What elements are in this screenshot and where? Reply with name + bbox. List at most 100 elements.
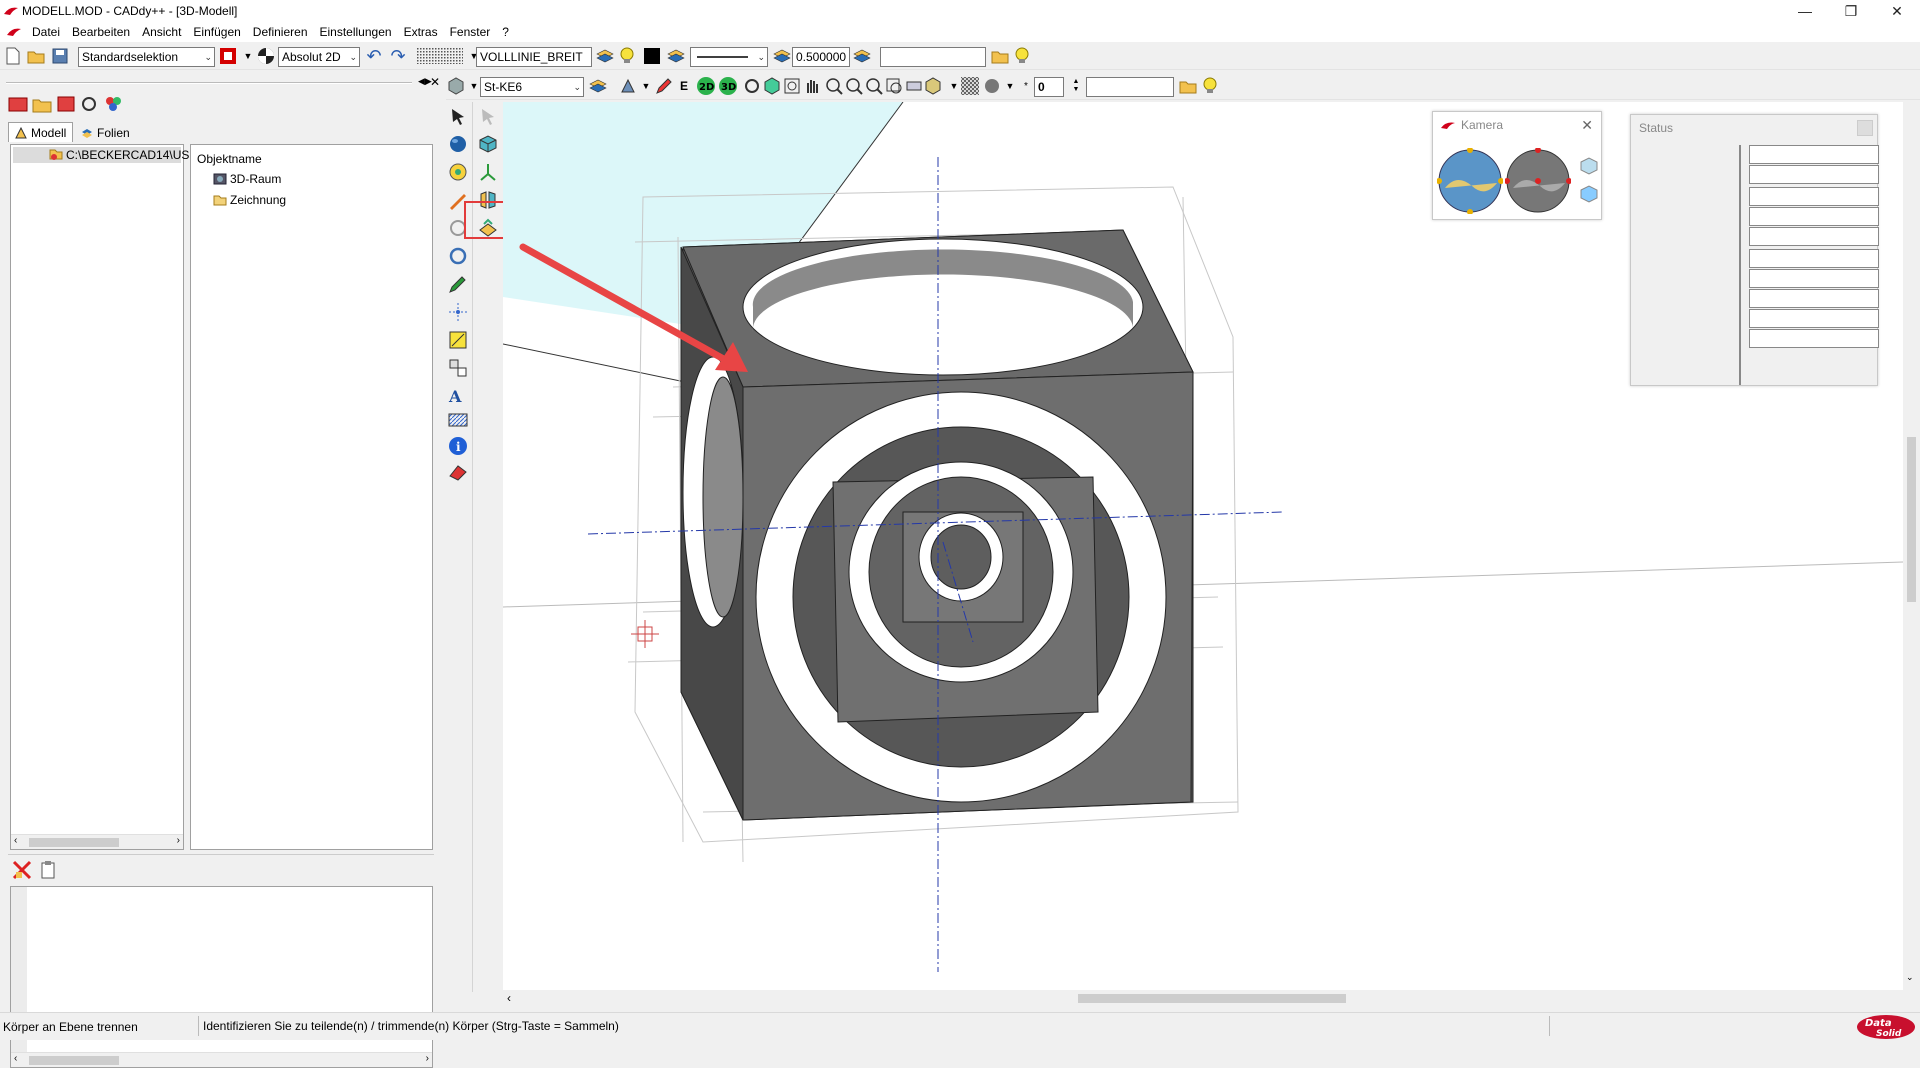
menu-ansicht[interactable]: Ansicht	[136, 25, 187, 39]
axis-icon[interactable]	[476, 160, 500, 184]
orbit-icon[interactable]	[742, 76, 762, 96]
save-icon[interactable]	[50, 46, 70, 66]
view-cube-icon[interactable]	[762, 76, 782, 96]
close-button[interactable]: ✕	[1874, 0, 1920, 22]
menu-einstellungen[interactable]: Einstellungen	[314, 25, 398, 39]
asterisk-icon[interactable]: *	[1016, 76, 1036, 96]
info-icon[interactable]: i	[446, 434, 470, 458]
viewport-hscroll[interactable]: ‹	[503, 990, 1903, 1007]
zoom-in-icon[interactable]	[824, 76, 844, 96]
path-hscroll[interactable]: ‹ ›	[11, 834, 183, 849]
material-select[interactable]: St-KE6 ⌄	[480, 77, 584, 97]
pan-hand-icon[interactable]	[802, 76, 822, 96]
props-scroll-right-icon[interactable]: ›	[426, 1053, 429, 1064]
menu-datei[interactable]: Datei	[26, 25, 66, 39]
status-window-button[interactable]	[1857, 120, 1873, 136]
clipboard-icon[interactable]	[38, 860, 58, 880]
path-hscroll-thumb[interactable]	[29, 838, 119, 847]
revolve-icon[interactable]	[446, 160, 470, 184]
eraser-icon[interactable]	[446, 460, 470, 484]
linetype-field[interactable]: VOLLLINIE_BREIT	[476, 47, 592, 67]
hatch-tool-icon[interactable]	[446, 408, 470, 432]
color-black-icon[interactable]	[642, 46, 662, 66]
menu-einfuegen[interactable]: Einfügen	[187, 25, 246, 39]
zoom-out-icon[interactable]	[844, 76, 864, 96]
view-folder-icon[interactable]	[1178, 76, 1198, 96]
view-bulb-icon[interactable]	[1200, 76, 1220, 96]
props-scroll-left-icon[interactable]: ‹	[14, 1053, 17, 1064]
layers-icon-2[interactable]	[666, 46, 686, 66]
count-input[interactable]: 0	[1034, 77, 1064, 97]
camera-globe-gray-icon[interactable]	[1504, 147, 1572, 217]
search-model-icon[interactable]	[80, 94, 100, 114]
transform-icon[interactable]	[446, 356, 470, 380]
folder-layer-icon[interactable]	[990, 46, 1010, 66]
material-pick-icon[interactable]	[588, 76, 608, 96]
layers-icon[interactable]	[595, 46, 615, 66]
restore-button[interactable]: ❐	[1828, 0, 1874, 22]
tab-folien[interactable]: Folien	[75, 124, 140, 142]
view-2d-icon[interactable]: 2D	[696, 76, 716, 96]
minimize-button[interactable]: —	[1782, 0, 1828, 22]
pencil-draw-icon[interactable]	[654, 76, 674, 96]
layer-field[interactable]	[880, 47, 986, 67]
view-3d-icon[interactable]: 3D	[718, 76, 738, 96]
select-arrow-icon[interactable]	[446, 104, 470, 128]
delete-cross-icon[interactable]	[12, 860, 32, 880]
dimension-icon[interactable]	[446, 328, 470, 352]
path-item[interactable]: C:\BECKERCAD14\US	[13, 147, 189, 163]
coordinate-mode-icon[interactable]	[256, 46, 276, 66]
properties-hscroll[interactable]: ‹ ›	[11, 1052, 432, 1067]
new-file-icon[interactable]	[3, 46, 23, 66]
menu-definieren[interactable]: Definieren	[247, 25, 314, 39]
snap-dropdown-icon[interactable]: ▼	[636, 76, 656, 96]
sphere-primitive-icon[interactable]	[446, 132, 470, 156]
color-palette-icon[interactable]	[104, 94, 124, 114]
scroll-right-icon[interactable]: ›	[177, 835, 180, 846]
grid-icon[interactable]	[416, 46, 464, 66]
hatch-pattern-icon[interactable]	[960, 76, 980, 96]
edit-e-icon[interactable]: E	[674, 76, 694, 96]
camera-close-icon[interactable]: ✕	[1581, 112, 1593, 138]
view-extra-field[interactable]	[1086, 77, 1174, 97]
tree-item-zeichnung[interactable]: Zeichnung	[213, 193, 286, 207]
zoom-window-icon[interactable]	[782, 76, 802, 96]
section-plane-icon[interactable]	[904, 76, 924, 96]
menu-extras[interactable]: Extras	[398, 25, 444, 39]
selection-filter-icon[interactable]	[218, 46, 238, 66]
layer-stack-icon[interactable]	[852, 46, 872, 66]
document-logo-icon[interactable]	[6, 26, 22, 38]
viewport-vscroll[interactable]: ⌄	[1903, 102, 1920, 990]
text-tool-icon[interactable]: A	[446, 384, 470, 408]
snap-mode-icon[interactable]	[618, 76, 638, 96]
delete-model-icon[interactable]	[56, 94, 76, 114]
redo-icon[interactable]: ↷	[388, 46, 408, 66]
camera-cube-front-icon[interactable]	[1579, 184, 1599, 207]
solid-cube[interactable]	[680, 229, 1194, 821]
rotate-view-icon[interactable]	[446, 244, 470, 268]
menu-bearbeiten[interactable]: Bearbeiten	[66, 25, 136, 39]
sphere-render-icon[interactable]	[982, 76, 1002, 96]
coordinate-mode-select[interactable]: Absolut 2D ⌄	[278, 47, 360, 67]
selection-mode-select[interactable]: Standardselektion ⌄	[78, 47, 215, 67]
tree-item-3d-raum[interactable]: 3D-Raum	[213, 172, 281, 186]
model-toolbar-icon[interactable]	[8, 94, 28, 114]
zoom-previous-icon[interactable]	[884, 76, 904, 96]
viewport-scroll-down-icon[interactable]: ⌄	[1906, 972, 1914, 983]
viewport-hscroll-thumb[interactable]	[1078, 994, 1346, 1003]
line-width-layers-icon[interactable]	[772, 46, 792, 66]
line-style-select[interactable]: ⌄	[690, 47, 768, 67]
count-spinner[interactable]: ▲ ▼	[1066, 76, 1086, 96]
shaded-cube-icon[interactable]	[924, 76, 944, 96]
camera-globe-color-icon[interactable]	[1436, 147, 1504, 217]
dock-close-icon[interactable]: ✕	[430, 75, 440, 89]
menu-fenster[interactable]: Fenster	[444, 25, 497, 39]
viewport-vscroll-thumb[interactable]	[1907, 437, 1916, 602]
tab-modell[interactable]: Modell	[8, 122, 73, 142]
selection-dropdown-icon[interactable]: ▼	[238, 46, 258, 66]
bulb-icon[interactable]	[617, 46, 637, 66]
pointer-disabled-icon[interactable]	[476, 104, 500, 128]
snap-point-icon[interactable]	[446, 300, 470, 324]
zoom-all-icon[interactable]	[864, 76, 884, 96]
undo-icon[interactable]: ↶	[364, 46, 384, 66]
